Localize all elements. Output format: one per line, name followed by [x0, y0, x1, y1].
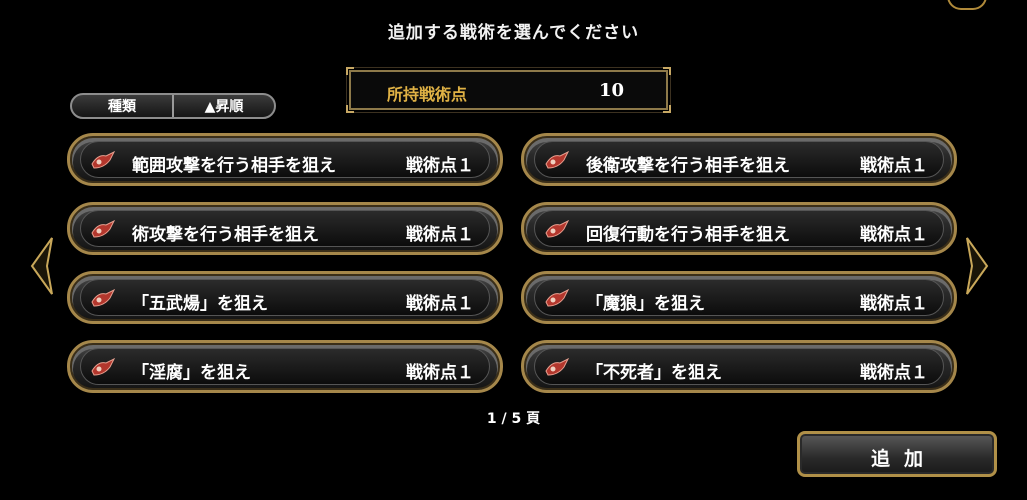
tactic-points-panel: 所持戦術点 10: [346, 67, 671, 113]
tactic-cost: 戦術点１: [406, 156, 474, 176]
page-indicator: 1 / 5 頁: [486, 411, 541, 427]
tactic-name: 回復行動を行う相手を狙え: [586, 225, 790, 245]
tactic-item[interactable]: 「不死者」を狙え 戦術点１: [521, 340, 957, 393]
tactic-points-value: 10: [599, 80, 625, 101]
tactic-scroll-icon: [545, 357, 570, 376]
tactic-scroll-icon: [545, 219, 570, 238]
tactic-item[interactable]: 回復行動を行う相手を狙え 戦術点１: [521, 202, 957, 255]
tactic-item[interactable]: 範囲攻撃を行う相手を狙え 戦術点１: [67, 133, 503, 186]
tactic-scroll-icon: [91, 357, 116, 376]
add-button-label: 追加: [870, 448, 937, 470]
sort-type-button[interactable]: 種類: [72, 96, 172, 116]
tactic-cost: 戦術点１: [860, 363, 928, 383]
chevron-left-icon[interactable]: [30, 236, 54, 296]
tactic-item[interactable]: 「五武煬」を狙え 戦術点１: [67, 271, 503, 324]
top-ornament: [947, 0, 987, 10]
tactic-scroll-icon: [91, 288, 116, 307]
tactic-name: 「不死者」を狙え: [586, 363, 722, 383]
tactic-cost: 戦術点１: [406, 225, 474, 245]
tactic-cost: 戦術点１: [860, 156, 928, 176]
tactic-item[interactable]: 術攻撃を行う相手を狙え 戦術点１: [67, 202, 503, 255]
tactic-name: 術攻撃を行う相手を狙え: [132, 225, 319, 245]
tactic-item[interactable]: 「魔狼」を狙え 戦術点１: [521, 271, 957, 324]
add-button[interactable]: 追加: [797, 431, 997, 477]
tactic-item[interactable]: 「淫腐」を狙え 戦術点１: [67, 340, 503, 393]
tactic-name: 「淫腐」を狙え: [132, 363, 251, 383]
page-title: 追加する戦術を選んでください: [387, 23, 640, 43]
tactic-points-label: 所持戦術点: [387, 85, 468, 104]
tactic-name: 「魔狼」を狙え: [586, 294, 705, 314]
tactic-cost: 戦術点１: [406, 294, 474, 314]
tactic-scroll-icon: [91, 150, 116, 169]
tactic-scroll-icon: [545, 150, 570, 169]
tactic-cost: 戦術点１: [406, 363, 474, 383]
tactic-name: 範囲攻撃を行う相手を狙え: [132, 156, 336, 176]
tactic-cost: 戦術点１: [860, 225, 928, 245]
tactic-cost: 戦術点１: [860, 294, 928, 314]
tactic-name: 「五武煬」を狙え: [132, 294, 268, 314]
tactic-scroll-icon: [91, 219, 116, 238]
tactic-scroll-icon: [545, 288, 570, 307]
sort-order-button[interactable]: ▲昇順: [174, 96, 274, 116]
sort-bar: 種類 ▲昇順: [70, 93, 276, 119]
chevron-right-icon[interactable]: [965, 236, 989, 296]
tactic-name: 後衛攻撃を行う相手を狙え: [586, 156, 790, 176]
tactic-item[interactable]: 後衛攻撃を行う相手を狙え 戦術点１: [521, 133, 957, 186]
